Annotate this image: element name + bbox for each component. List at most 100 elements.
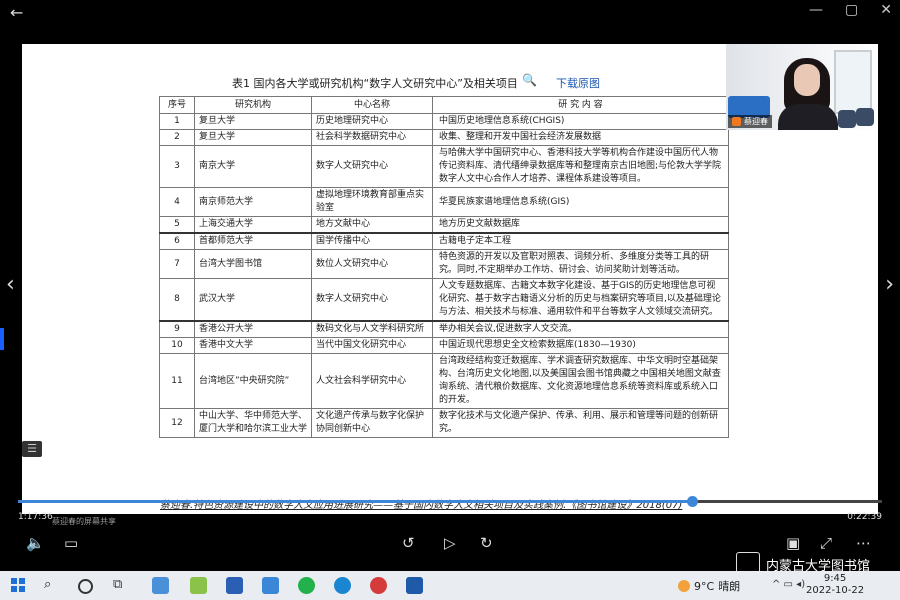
task-view-icon[interactable]: ⧉ [113,577,130,594]
minimize-icon[interactable]: — [809,2,823,18]
forward-30-icon[interactable]: ↻ [480,534,493,552]
row-content: 数字化技术与文化遗产保护、传承、利用、展示和管理等问题的创新研究。 [432,408,729,438]
next-arrow-icon[interactable]: › [885,272,894,297]
table-row: 4 南京师范大学 虚拟地理环境教育部重点实验室 华夏民族家谱地理信息系统(GIS) [159,187,729,217]
row-center: 数字人文研究中心 [311,145,433,188]
row-index: 11 [159,353,195,409]
row-content: 特色资源的开发以及官职对照表、词频分析、多维度分类等工具的研究。同时,不定期举办… [432,249,729,279]
back-arrow-icon[interactable]: ← [10,3,23,22]
rewind-10-icon[interactable]: ↺ [402,534,415,552]
row-content: 台湾政经结构变迁数据库、学术调查研究数据库、中华文明时空基础架构、台湾历史文化地… [432,353,729,409]
microphone-icon [732,117,741,126]
row-institution: 香港公开大学 [194,320,312,338]
row-index: 4 [159,187,195,217]
table-row: 11 台湾地区”中央研究院” 人文社会科学研究中心 台湾政经结构变迁数据库、学术调查研… [159,353,729,409]
download-image-link[interactable]: 下载原图 [556,75,600,91]
maximize-icon[interactable]: ▢ [845,2,858,18]
prev-arrow-icon[interactable]: ‹ [6,272,15,297]
play-icon[interactable]: ▷ [444,534,456,552]
row-center: 文化遗产传承与数字化保护协同创新中心 [311,408,433,438]
screen-share-label: 蔡迎春的屏幕共享 [52,517,116,526]
table-row: 12 中山大学、华中师范大学、厦门大学和哈尔滨工业大学 文化遗产传承与数字化保护协同… [159,408,729,438]
row-center: 数码文化与人文学科研究所 [311,320,433,338]
row-center: 数位人文研究中心 [311,249,433,279]
participant-name-tag: 蔡迎春 [728,115,772,128]
clock[interactable]: 9:45 2022-10-22 [806,573,864,597]
table-row: 3 南京大学 数字人文研究中心 与哈佛大学中国研究中心、香港科技大学等机构合作建设中国… [159,145,729,188]
progress-bar[interactable] [18,496,882,507]
menu-icon[interactable]: ☰ [22,441,42,457]
background-window [834,50,872,114]
citation[interactable]: 蔡迎春.特色资源建设中的数字人文应用进展研究——基于国内数字人文相关项目及实践案… [160,496,682,511]
row-content: 地方历史文献数据库 [432,216,729,234]
row-content: 人文专题数据库、古籍文本数字化建设、基于GIS的历史地理信息可视化研究、基于数字… [432,278,729,322]
player-app-icon[interactable] [406,577,423,594]
weather-widget[interactable]: 9°C 晴朗 [678,578,740,594]
row-content: 中国近现代思想史全文检索数据库(1830—1930) [432,337,729,354]
row-institution: 台湾大学图书馆 [194,249,312,279]
row-index: 6 [159,232,195,250]
subtitles-icon[interactable]: ▭ [64,534,78,552]
participant-video[interactable]: 蔡迎春 [726,44,878,130]
table-row: 7 台湾大学图书馆 数位人文研究中心 特色资源的开发以及官职对照表、词频分析、多维度分… [159,249,729,279]
volume-icon[interactable]: 🔈 [26,534,45,552]
row-institution: 复旦大学 [194,113,312,130]
app-icon[interactable] [370,577,387,594]
edge-icon[interactable] [334,577,351,594]
taskbar: ⌕ ⧉ 9°C 晴朗 ^ ▭ ◂) 9:45 2022-10-22 [0,571,900,600]
total-time: 0:22:39 [847,512,882,522]
participant-face [794,64,820,96]
pip-icon[interactable]: ▣ [786,534,800,552]
research-centers-table: 序号 研究机构 中心名称 研 究 内 容 1 复旦大学 历史地理研究中心 中国历史地理… [159,96,729,438]
row-institution: 南京大学 [194,145,312,188]
sun-icon [678,580,690,592]
row-index: 5 [159,216,195,234]
edge-indicator [0,328,4,350]
row-center: 数字人文研究中心 [311,278,433,322]
row-index: 1 [159,113,195,130]
row-center: 国学传播中心 [311,232,433,250]
row-center: 虚拟地理环境教育部重点实验室 [311,187,433,217]
row-institution: 复旦大学 [194,129,312,146]
table-row: 6 首都师范大学 国学传播中心 古籍电子定本工程 [159,232,729,250]
table-row: 5 上海交通大学 地方文献中心 地方历史文献数据库 [159,216,729,234]
fullscreen-icon[interactable]: ⤢ [820,534,832,552]
search-icon[interactable]: ⌕ [44,577,61,594]
photos-icon[interactable] [190,577,207,594]
table-row: 10 香港中文大学 当代中国文化研究中心 中国近现代思想史全文检索数据库(1830—1… [159,337,729,354]
row-content: 华夏民族家谱地理信息系统(GIS) [432,187,729,217]
wechat-icon[interactable] [298,577,315,594]
window-title-bar: ← — ▢ ✕ [0,0,900,26]
row-center: 当代中国文化研究中心 [311,337,433,354]
close-icon[interactable]: ✕ [880,2,892,18]
row-index: 8 [159,278,195,322]
row-index: 3 [159,145,195,188]
table-row: 2 复旦大学 社会科学数据研究中心 收集、整理和开发中国社会经济发展数据 [159,129,729,146]
word-icon[interactable] [226,577,243,594]
windows-start-icon[interactable] [11,578,25,592]
row-content: 中国历史地理信息系统(CHGIS) [432,113,729,130]
cortana-icon[interactable] [78,579,93,594]
row-center: 地方文献中心 [311,216,433,234]
table-row: 8 武汉大学 数字人文研究中心 人文专题数据库、古籍文本数字化建设、基于GIS的历史地… [159,278,729,322]
mail-icon[interactable] [262,577,279,594]
elapsed-time: 1:17:36 [18,512,53,522]
zoom-icon[interactable]: 🔍 [522,73,537,87]
system-tray-icons[interactable]: ^ ▭ ◂) [772,579,805,590]
row-institution: 首都师范大学 [194,232,312,250]
col-header-index: 序号 [159,96,195,114]
more-icon[interactable]: ⋯ [856,534,871,552]
row-content: 举办相关会议,促进数字人文交流。 [432,320,729,338]
file-explorer-icon[interactable] [152,577,169,594]
row-center: 人文社会科学研究中心 [311,353,433,409]
progress-fill [18,500,692,503]
row-index: 10 [159,337,195,354]
row-institution: 香港中文大学 [194,337,312,354]
row-center: 社会科学数据研究中心 [311,129,433,146]
row-content: 古籍电子定本工程 [432,232,729,250]
row-institution: 中山大学、华中师范大学、厦门大学和哈尔滨工业大学 [194,408,312,438]
table-caption: 表1 国内各大学或研究机构“数字人文研究中心”及相关项目 [232,77,518,90]
col-header-institution: 研究机构 [194,96,312,114]
progress-knob[interactable] [686,496,698,507]
row-content: 与哈佛大学中国研究中心、香港科技大学等机构合作建设中国历代人物传记资料库、清代缙… [432,145,729,188]
